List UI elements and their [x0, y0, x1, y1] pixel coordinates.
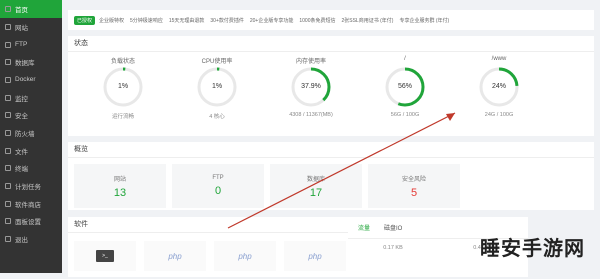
database-icon: [5, 59, 11, 66]
firewall-icon: [5, 129, 11, 136]
sidebar-item-8[interactable]: 文件: [0, 142, 62, 160]
soft-php-1[interactable]: php: [144, 241, 206, 271]
privilege-item: 企业版特权: [99, 17, 125, 24]
stat-value: 5: [410, 186, 418, 199]
watermark: 睡安手游网: [480, 238, 585, 260]
gauge-1[interactable]: CPU使用率 1% 4 核心: [170, 56, 264, 120]
top-privileges-bar: 已授权 企业版特权 5分钟极速响应 15天无理由退款 30+款付费插件 20+企业版专享…: [68, 10, 594, 30]
stat-value: 0: [214, 185, 222, 197]
status-panel: 状态 负载状态 1% 运行流畅 CPU使用率 1% 4 核心 内存使用率 37.9% 4308 …: [68, 36, 594, 136]
gauge-label: 负载状态: [110, 59, 135, 65]
gauge-label: CPU使用率: [201, 59, 233, 65]
gauge-value: 56%: [397, 83, 412, 90]
privilege-item: 5分钟极速响应: [130, 17, 163, 24]
sidebar-item-6[interactable]: 安全: [0, 106, 62, 124]
sidebar-item-5[interactable]: 监控: [0, 89, 62, 107]
gauge-2[interactable]: 内存使用率 37.9% 4308 / 11367(MB): [264, 56, 358, 120]
stat-card-0[interactable]: 网站 13: [74, 164, 166, 208]
sidebar-item-12[interactable]: 面板设置: [0, 213, 62, 231]
upload-value: 0.17 KB: [383, 245, 403, 251]
sidebar-item-3[interactable]: 数据库: [0, 53, 62, 71]
sidebar-item-10[interactable]: 计划任务: [0, 177, 62, 195]
shield-icon: [5, 112, 11, 119]
privilege-item: 30+款付费插件: [210, 17, 244, 24]
gear-icon: [5, 218, 11, 225]
monitor-icon: [5, 94, 11, 101]
sidebar-item-label: 防火墙: [15, 130, 35, 138]
privilege-item: 1000条免费短信: [299, 17, 336, 24]
stat-card-2[interactable]: 数据库 17: [270, 164, 362, 208]
terminal-icon: >_: [96, 250, 114, 262]
stat-label: 网站: [113, 176, 126, 183]
sidebar-item-label: 监控: [15, 95, 28, 103]
ftp-icon: [5, 41, 11, 48]
gauge-value: 37.9%: [301, 83, 321, 90]
clock-icon: [5, 183, 11, 190]
tab-disk-io[interactable]: 磁盘IO: [384, 223, 402, 232]
stat-label: 数据库: [306, 176, 325, 183]
gauge-sub: 56G / 100G: [390, 112, 420, 118]
terminal-icon: [5, 165, 11, 172]
tab-traffic[interactable]: 流量: [358, 223, 370, 232]
folder-icon: [5, 147, 11, 154]
stat-value: 17: [309, 186, 323, 199]
gauge-value: 24%: [491, 83, 506, 90]
stat-card-3[interactable]: 安全风险 5: [368, 164, 460, 208]
gauge-sub: 4308 / 11367(MB): [289, 112, 333, 118]
stat-label: FTP: [212, 175, 224, 181]
sidebar-item-label: 退出: [15, 237, 28, 245]
sidebar-item-0[interactable]: 首页: [0, 0, 62, 18]
gauge-sub: 4 核心: [209, 114, 225, 120]
soft-php-2[interactable]: php: [214, 241, 276, 271]
stat-label: 安全风险: [401, 176, 426, 183]
sidebar: 首页网站 FTP 数据库 Docker 监控安全防火墙文件终端计划任务软件商店面板设置退…: [0, 0, 62, 273]
soft-php-3[interactable]: php: [284, 241, 346, 271]
docker-icon: [5, 76, 11, 83]
gauge-label: /www: [491, 56, 507, 62]
privilege-item: 专享企业服务群 (年付): [399, 17, 450, 24]
logout-icon: [5, 236, 11, 243]
sidebar-item-label: 计划任务: [15, 184, 41, 192]
sidebar-item-label: 面板设置: [15, 219, 41, 227]
gauge-4[interactable]: /www 24% 24G / 100G: [452, 56, 546, 120]
stat-card-1[interactable]: FTP 0: [172, 164, 264, 208]
soft-terminal[interactable]: >_: [74, 241, 136, 271]
sidebar-item-label: 终端: [15, 166, 28, 174]
status-title: 状态: [68, 36, 594, 52]
overview-panel: 概览 网站 13 FTP 0 数据库 17 安全风险 5: [68, 142, 594, 210]
gauge-sub: 24G / 100G: [484, 112, 514, 118]
sidebar-item-7[interactable]: 防火墙: [0, 124, 62, 142]
privilege-item: 20+企业版专享功能: [249, 17, 294, 24]
sidebar-item-11[interactable]: 软件商店: [0, 195, 62, 213]
overview-title: 概览: [68, 142, 594, 158]
sidebar-item-label: 首页: [15, 7, 28, 14]
globe-icon: [5, 23, 11, 30]
sidebar-item-13[interactable]: 退出: [0, 230, 62, 248]
gauge-3[interactable]: / 56% 56G / 100G: [358, 56, 452, 120]
sidebar-item-9[interactable]: 终端: [0, 160, 62, 178]
gauge-label: 内存使用率: [295, 59, 326, 65]
gauge-label: /: [404, 56, 406, 62]
sidebar-item-2[interactable]: FTP: [0, 36, 62, 54]
sidebar-item-1[interactable]: 网站: [0, 18, 62, 36]
sidebar-item-label: 安全: [15, 113, 28, 121]
privilege-item: 2张SSL商用证书 (年付): [341, 17, 394, 24]
license-badge[interactable]: 已授权: [74, 15, 96, 25]
home-icon: [5, 6, 11, 12]
sidebar-item-label: 软件商店: [15, 201, 41, 209]
gauge-sub: 运行流畅: [111, 114, 134, 120]
sidebar-item-label: Docker: [15, 76, 36, 84]
gauge-value: 1%: [117, 83, 129, 90]
store-icon: [5, 200, 11, 207]
privilege-item: 15天无理由退款: [168, 17, 205, 24]
gauge-0[interactable]: 负载状态 1% 运行流畅: [76, 56, 170, 120]
sidebar-item-label: 数据库: [15, 60, 35, 68]
sidebar-item-label: FTP: [15, 41, 28, 49]
sidebar-item-4[interactable]: Docker: [0, 71, 62, 89]
gauge-value: 1%: [211, 83, 223, 90]
stat-value: 13: [113, 186, 127, 199]
sidebar-item-label: 网站: [15, 24, 28, 32]
sidebar-item-label: 文件: [15, 148, 28, 156]
